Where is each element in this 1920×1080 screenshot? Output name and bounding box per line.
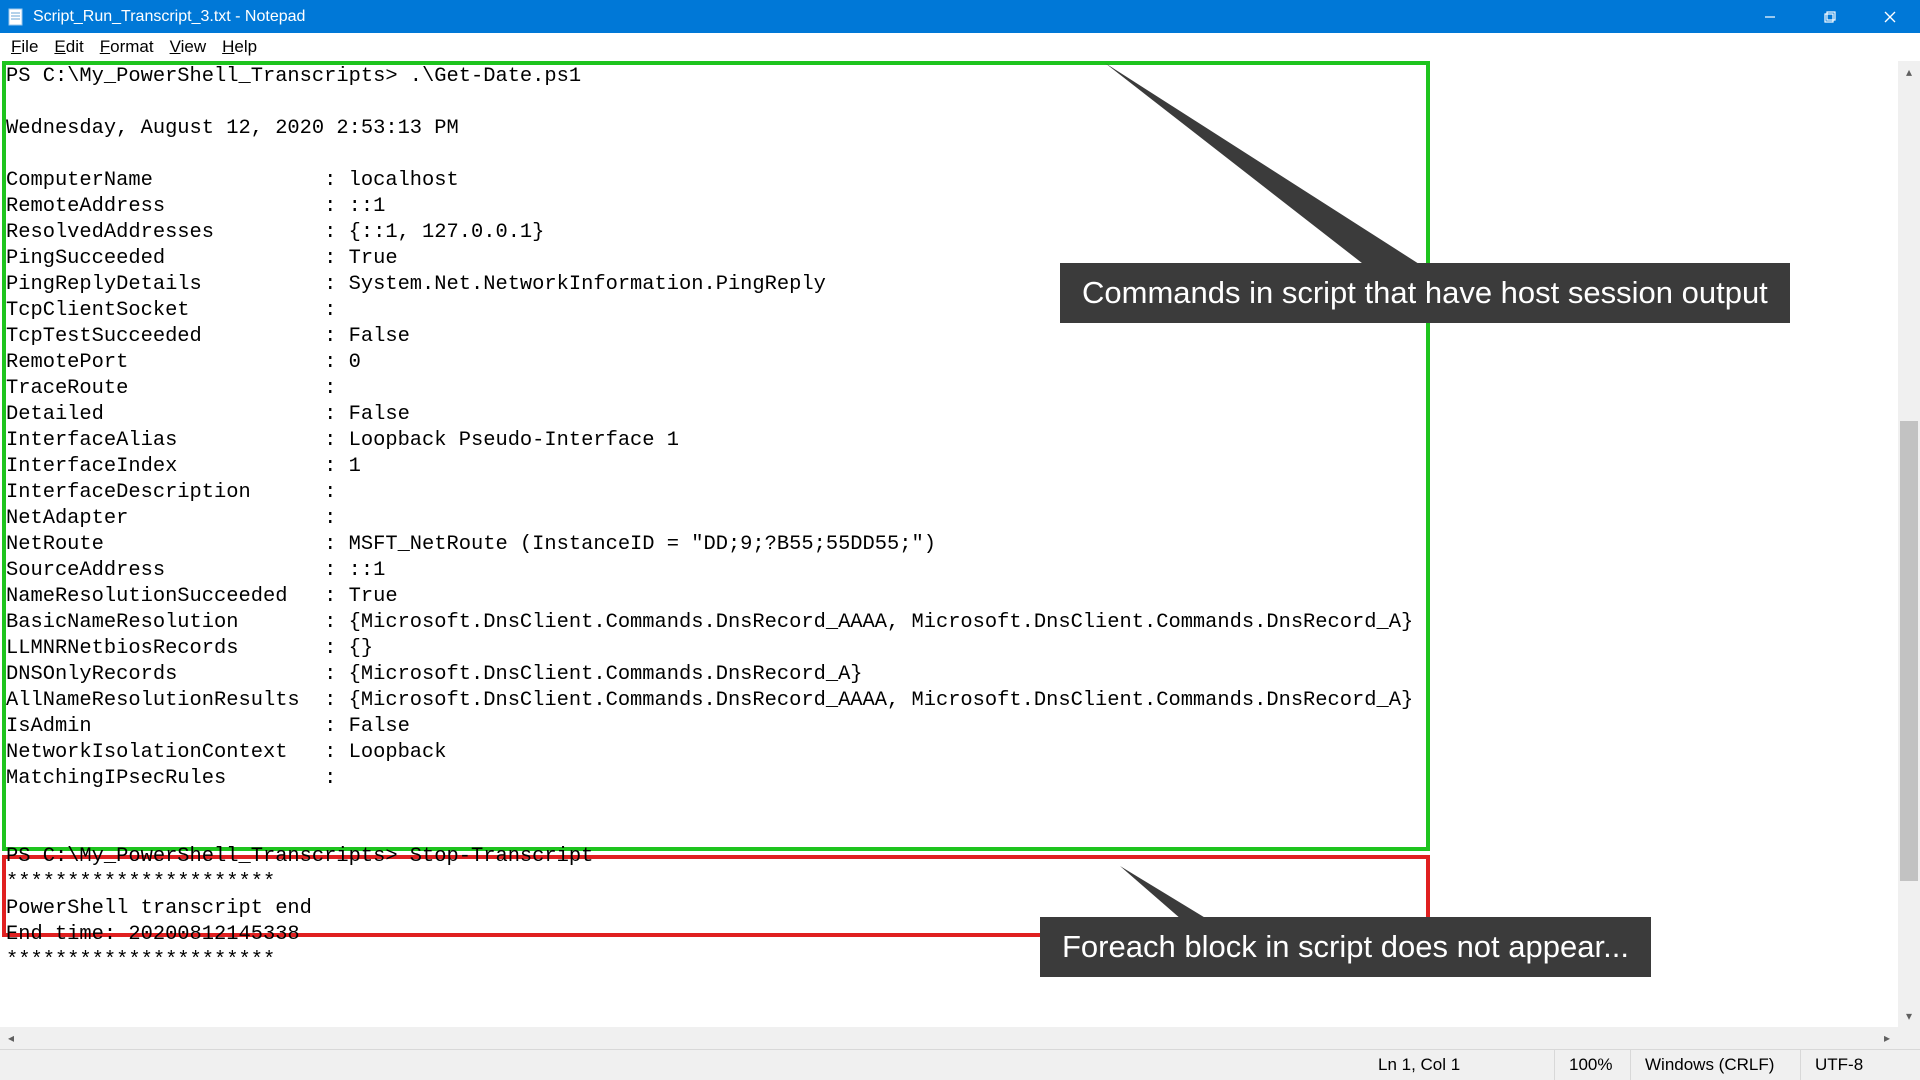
menu-edit[interactable]: Edit	[46, 35, 91, 59]
scroll-right-icon[interactable]: ▸	[1876, 1031, 1898, 1045]
status-line-ending: Windows (CRLF)	[1630, 1050, 1800, 1080]
statusbar: Ln 1, Col 1 100% Windows (CRLF) UTF-8	[0, 1049, 1920, 1080]
status-zoom: 100%	[1554, 1050, 1630, 1080]
notepad-app-icon	[6, 7, 25, 26]
window-controls	[1740, 0, 1920, 33]
scroll-down-icon[interactable]: ▾	[1898, 1005, 1920, 1027]
menu-file[interactable]: File	[3, 35, 46, 59]
menu-format[interactable]: Format	[92, 35, 162, 59]
maximize-button[interactable]	[1800, 0, 1860, 33]
menu-help[interactable]: Help	[214, 35, 265, 59]
menu-view[interactable]: View	[162, 35, 215, 59]
titlebar: Script_Run_Transcript_3.txt - Notepad	[0, 0, 1920, 33]
scroll-left-icon[interactable]: ◂	[0, 1031, 22, 1045]
text-area-wrap: PS C:\My_PowerShell_Transcripts> .\Get-D…	[0, 61, 1920, 1049]
scroll-up-icon[interactable]: ▴	[1898, 61, 1920, 83]
text-area[interactable]: PS C:\My_PowerShell_Transcripts> .\Get-D…	[0, 61, 1920, 1049]
close-button[interactable]	[1860, 0, 1920, 33]
vertical-scrollbar[interactable]: ▴ ▾	[1898, 61, 1920, 1027]
horizontal-scrollbar[interactable]: ◂ ▸	[0, 1027, 1898, 1049]
status-encoding: UTF-8	[1800, 1050, 1920, 1080]
menubar: File Edit Format View Help	[0, 33, 1920, 61]
scrollbar-corner	[1898, 1027, 1920, 1049]
vertical-scroll-thumb[interactable]	[1900, 421, 1918, 881]
status-cursor-position: Ln 1, Col 1	[1364, 1050, 1554, 1080]
minimize-button[interactable]	[1740, 0, 1800, 33]
window-title: Script_Run_Transcript_3.txt - Notepad	[33, 8, 305, 26]
